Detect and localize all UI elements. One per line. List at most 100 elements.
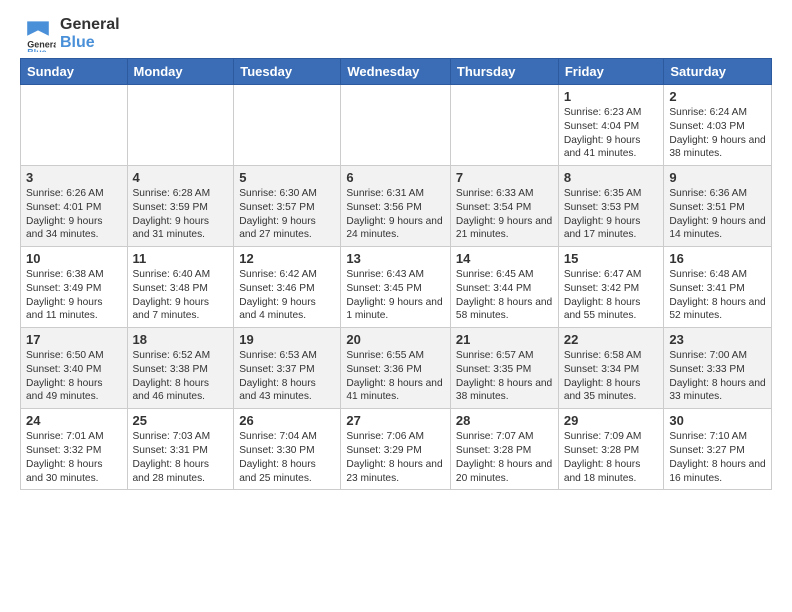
day-number: 13 bbox=[346, 251, 445, 266]
day-info: Sunrise: 6:28 AM Sunset: 3:59 PM Dayligh… bbox=[133, 187, 229, 242]
day-info: Sunrise: 6:36 AM Sunset: 3:51 PM Dayligh… bbox=[669, 187, 766, 242]
calendar-cell: 30 Sunrise: 7:10 AM Sunset: 3:27 PM Dayli… bbox=[664, 409, 772, 490]
day-info: Sunrise: 6:40 AM Sunset: 3:48 PM Dayligh… bbox=[133, 268, 229, 323]
calendar: SundayMondayTuesdayWednesdayThursdayFrid… bbox=[20, 58, 772, 490]
calendar-cell: 15 Sunrise: 6:47 AM Sunset: 3:42 PM Dayli… bbox=[558, 247, 664, 328]
day-info: Sunrise: 6:48 AM Sunset: 3:41 PM Dayligh… bbox=[669, 268, 766, 323]
day-info: Sunrise: 6:31 AM Sunset: 3:56 PM Dayligh… bbox=[346, 187, 445, 242]
day-number: 20 bbox=[346, 332, 445, 347]
weekday-header: Saturday bbox=[664, 59, 772, 85]
day-info: Sunrise: 7:06 AM Sunset: 3:29 PM Dayligh… bbox=[346, 430, 445, 485]
day-number: 7 bbox=[456, 170, 553, 185]
weekday-header: Sunday bbox=[21, 59, 128, 85]
day-info: Sunrise: 6:24 AM Sunset: 4:03 PM Dayligh… bbox=[669, 106, 766, 161]
calendar-cell: 27 Sunrise: 7:06 AM Sunset: 3:29 PM Dayli… bbox=[341, 409, 451, 490]
calendar-cell: 26 Sunrise: 7:04 AM Sunset: 3:30 PM Dayli… bbox=[234, 409, 341, 490]
calendar-cell: 23 Sunrise: 7:00 AM Sunset: 3:33 PM Dayli… bbox=[664, 328, 772, 409]
day-number: 26 bbox=[239, 413, 335, 428]
day-info: Sunrise: 7:04 AM Sunset: 3:30 PM Dayligh… bbox=[239, 430, 335, 485]
calendar-cell: 9 Sunrise: 6:36 AM Sunset: 3:51 PM Daylig… bbox=[664, 166, 772, 247]
day-number: 19 bbox=[239, 332, 335, 347]
day-info: Sunrise: 6:45 AM Sunset: 3:44 PM Dayligh… bbox=[456, 268, 553, 323]
calendar-cell: 11 Sunrise: 6:40 AM Sunset: 3:48 PM Dayli… bbox=[127, 247, 234, 328]
weekday-header: Wednesday bbox=[341, 59, 451, 85]
calendar-cell: 14 Sunrise: 6:45 AM Sunset: 3:44 PM Dayli… bbox=[450, 247, 558, 328]
day-number: 28 bbox=[456, 413, 553, 428]
calendar-cell: 21Sunrise: 6:57 AM Sunset: 3:35 PM Dayli… bbox=[450, 328, 558, 409]
calendar-week-row: 17Sunrise: 6:50 AM Sunset: 3:40 PM Dayli… bbox=[21, 328, 772, 409]
day-info: Sunrise: 6:53 AM Sunset: 3:37 PM Dayligh… bbox=[239, 349, 335, 404]
calendar-cell bbox=[450, 85, 558, 166]
calendar-cell: 20 Sunrise: 6:55 AM Sunset: 3:36 PM Dayli… bbox=[341, 328, 451, 409]
day-number: 22 bbox=[564, 332, 659, 347]
calendar-cell: 2 Sunrise: 6:24 AM Sunset: 4:03 PM Daylig… bbox=[664, 85, 772, 166]
day-number: 9 bbox=[669, 170, 766, 185]
page: General Blue General Blue SundayMondayTu… bbox=[0, 0, 792, 506]
day-number: 3 bbox=[26, 170, 122, 185]
weekday-header: Monday bbox=[127, 59, 234, 85]
calendar-cell: 5Sunrise: 6:30 AM Sunset: 3:57 PM Daylig… bbox=[234, 166, 341, 247]
calendar-cell: 6 Sunrise: 6:31 AM Sunset: 3:56 PM Daylig… bbox=[341, 166, 451, 247]
calendar-cell bbox=[21, 85, 128, 166]
calendar-cell bbox=[341, 85, 451, 166]
calendar-cell: 13Sunrise: 6:43 AM Sunset: 3:45 PM Dayli… bbox=[341, 247, 451, 328]
day-info: Sunrise: 6:55 AM Sunset: 3:36 PM Dayligh… bbox=[346, 349, 445, 404]
day-info: Sunrise: 7:10 AM Sunset: 3:27 PM Dayligh… bbox=[669, 430, 766, 485]
calendar-cell: 16Sunrise: 6:48 AM Sunset: 3:41 PM Dayli… bbox=[664, 247, 772, 328]
day-number: 2 bbox=[669, 89, 766, 104]
calendar-cell bbox=[127, 85, 234, 166]
day-info: Sunrise: 6:23 AM Sunset: 4:04 PM Dayligh… bbox=[564, 106, 659, 161]
calendar-cell: 19 Sunrise: 6:53 AM Sunset: 3:37 PM Dayli… bbox=[234, 328, 341, 409]
day-number: 15 bbox=[564, 251, 659, 266]
day-info: Sunrise: 6:33 AM Sunset: 3:54 PM Dayligh… bbox=[456, 187, 553, 242]
day-number: 23 bbox=[669, 332, 766, 347]
day-info: Sunrise: 6:30 AM Sunset: 3:57 PM Dayligh… bbox=[239, 187, 335, 242]
day-info: Sunrise: 6:38 AM Sunset: 3:49 PM Dayligh… bbox=[26, 268, 122, 323]
calendar-week-row: 24 Sunrise: 7:01 AM Sunset: 3:32 PM Dayli… bbox=[21, 409, 772, 490]
weekday-header: Tuesday bbox=[234, 59, 341, 85]
day-number: 4 bbox=[133, 170, 229, 185]
day-info: Sunrise: 6:26 AM Sunset: 4:01 PM Dayligh… bbox=[26, 187, 122, 242]
calendar-cell: 22 Sunrise: 6:58 AM Sunset: 3:34 PM Dayli… bbox=[558, 328, 664, 409]
day-number: 27 bbox=[346, 413, 445, 428]
day-number: 25 bbox=[133, 413, 229, 428]
day-number: 11 bbox=[133, 251, 229, 266]
day-info: Sunrise: 6:35 AM Sunset: 3:53 PM Dayligh… bbox=[564, 187, 659, 242]
calendar-header-row: SundayMondayTuesdayWednesdayThursdayFrid… bbox=[21, 59, 772, 85]
day-info: Sunrise: 6:47 AM Sunset: 3:42 PM Dayligh… bbox=[564, 268, 659, 323]
weekday-header: Friday bbox=[558, 59, 664, 85]
calendar-week-row: 10Sunrise: 6:38 AM Sunset: 3:49 PM Dayli… bbox=[21, 247, 772, 328]
calendar-cell: 18Sunrise: 6:52 AM Sunset: 3:38 PM Dayli… bbox=[127, 328, 234, 409]
day-number: 6 bbox=[346, 170, 445, 185]
day-info: Sunrise: 7:09 AM Sunset: 3:28 PM Dayligh… bbox=[564, 430, 659, 485]
calendar-cell: 8 Sunrise: 6:35 AM Sunset: 3:53 PM Daylig… bbox=[558, 166, 664, 247]
day-info: Sunrise: 6:58 AM Sunset: 3:34 PM Dayligh… bbox=[564, 349, 659, 404]
day-number: 14 bbox=[456, 251, 553, 266]
calendar-cell: 29 Sunrise: 7:09 AM Sunset: 3:28 PM Dayli… bbox=[558, 409, 664, 490]
calendar-cell: 12Sunrise: 6:42 AM Sunset: 3:46 PM Dayli… bbox=[234, 247, 341, 328]
logo-icon: General Blue bbox=[20, 16, 56, 52]
calendar-week-row: 1 Sunrise: 6:23 AM Sunset: 4:04 PM Daylig… bbox=[21, 85, 772, 166]
day-number: 17 bbox=[26, 332, 122, 347]
day-info: Sunrise: 6:42 AM Sunset: 3:46 PM Dayligh… bbox=[239, 268, 335, 323]
day-info: Sunrise: 7:07 AM Sunset: 3:28 PM Dayligh… bbox=[456, 430, 553, 485]
calendar-cell: 17Sunrise: 6:50 AM Sunset: 3:40 PM Dayli… bbox=[21, 328, 128, 409]
svg-text:Blue: Blue bbox=[27, 48, 47, 52]
day-number: 18 bbox=[133, 332, 229, 347]
day-info: Sunrise: 6:57 AM Sunset: 3:35 PM Dayligh… bbox=[456, 349, 553, 404]
calendar-cell: 1 Sunrise: 6:23 AM Sunset: 4:04 PM Daylig… bbox=[558, 85, 664, 166]
calendar-cell: 24 Sunrise: 7:01 AM Sunset: 3:32 PM Dayli… bbox=[21, 409, 128, 490]
day-number: 30 bbox=[669, 413, 766, 428]
day-number: 1 bbox=[564, 89, 659, 104]
calendar-cell: 10Sunrise: 6:38 AM Sunset: 3:49 PM Dayli… bbox=[21, 247, 128, 328]
calendar-cell: 25 Sunrise: 7:03 AM Sunset: 3:31 PM Dayli… bbox=[127, 409, 234, 490]
day-number: 29 bbox=[564, 413, 659, 428]
day-info: Sunrise: 7:00 AM Sunset: 3:33 PM Dayligh… bbox=[669, 349, 766, 404]
day-info: Sunrise: 7:03 AM Sunset: 3:31 PM Dayligh… bbox=[133, 430, 229, 485]
day-number: 8 bbox=[564, 170, 659, 185]
weekday-header: Thursday bbox=[450, 59, 558, 85]
header: General Blue General Blue bbox=[20, 16, 772, 52]
logo: General Blue General Blue bbox=[20, 16, 120, 52]
day-info: Sunrise: 7:01 AM Sunset: 3:32 PM Dayligh… bbox=[26, 430, 122, 485]
day-number: 24 bbox=[26, 413, 122, 428]
